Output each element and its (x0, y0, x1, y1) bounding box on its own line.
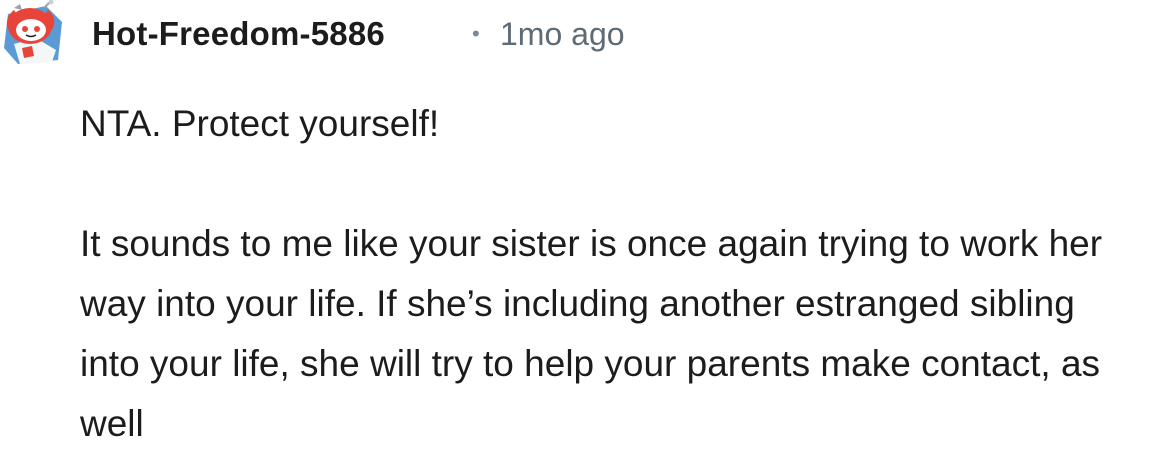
comment-body: NTA. Protect yourself! It sounds to me l… (80, 94, 1140, 454)
header-separator: • (472, 21, 480, 46)
comment-paragraph: It sounds to me like your sister is once… (80, 223, 1103, 444)
user-avatar[interactable] (0, 0, 66, 66)
comment-paragraph: NTA. Protect yourself! (80, 103, 440, 144)
comment-timestamp[interactable]: 1mo ago (500, 12, 625, 56)
comment-header: Hot-Freedom-5886 • 1mo ago (0, 0, 1149, 70)
comment: Hot-Freedom-5886 • 1mo ago NTA. Protect … (0, 0, 1149, 444)
snoo-avatar-icon (4, 0, 62, 64)
comment-author[interactable]: Hot-Freedom-5886 (92, 12, 385, 56)
